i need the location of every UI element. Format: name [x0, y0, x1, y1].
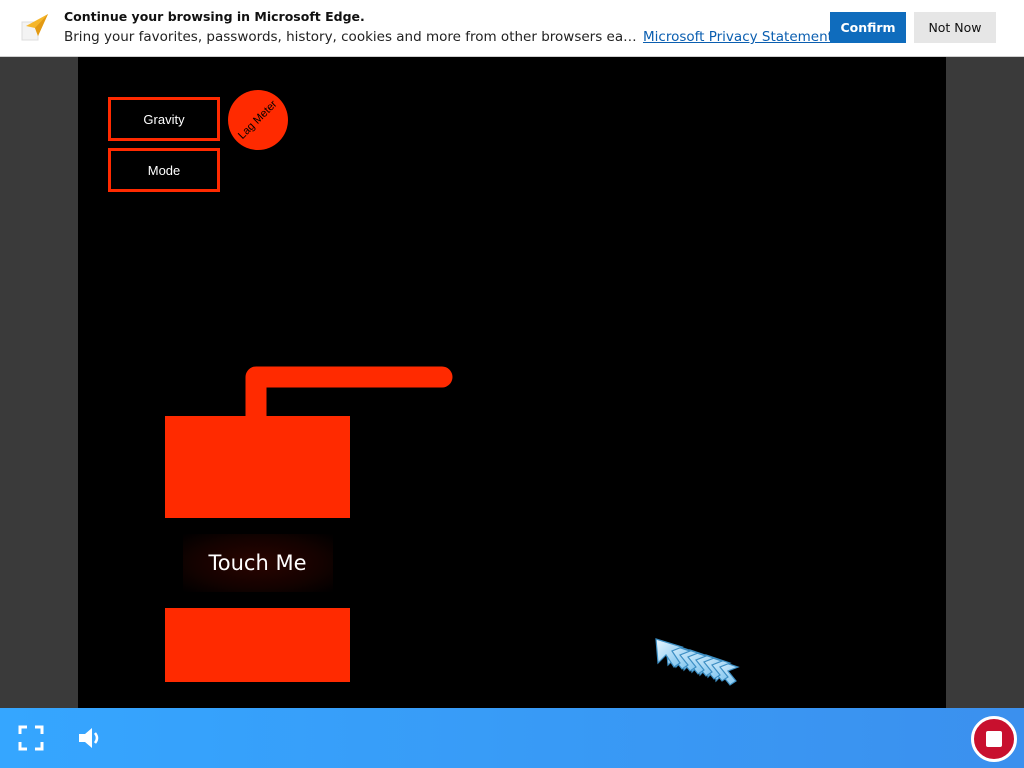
- stop-button[interactable]: [971, 716, 1017, 762]
- volume-icon[interactable]: [76, 724, 104, 752]
- left-gutter: [0, 57, 78, 708]
- stop-icon: [986, 731, 1002, 747]
- confirm-button[interactable]: Confirm: [830, 12, 906, 43]
- touch-me-label: Touch Me: [182, 534, 333, 592]
- not-now-button[interactable]: Not Now: [914, 12, 996, 43]
- top-block: [165, 416, 350, 518]
- right-gutter: [946, 57, 1024, 708]
- notification-title: Continue your browsing in Microsoft Edge…: [64, 9, 365, 24]
- paper-plane-icon: [21, 14, 48, 41]
- privacy-statement-link[interactable]: Microsoft Privacy Statement: [643, 29, 833, 45]
- fullscreen-icon[interactable]: [17, 724, 45, 752]
- player-control-bar: [0, 708, 1024, 768]
- cursor-trail-icon: [655, 638, 740, 686]
- bottom-block: [165, 608, 350, 682]
- edge-notification-bar: Continue your browsing in Microsoft Edge…: [0, 0, 1024, 57]
- notification-description: Bring your favorites, passwords, history…: [64, 29, 639, 45]
- game-canvas[interactable]: Gravity Mode Lag Meter Touch Me: [78, 57, 946, 708]
- touch-me-button[interactable]: Touch Me: [165, 518, 350, 608]
